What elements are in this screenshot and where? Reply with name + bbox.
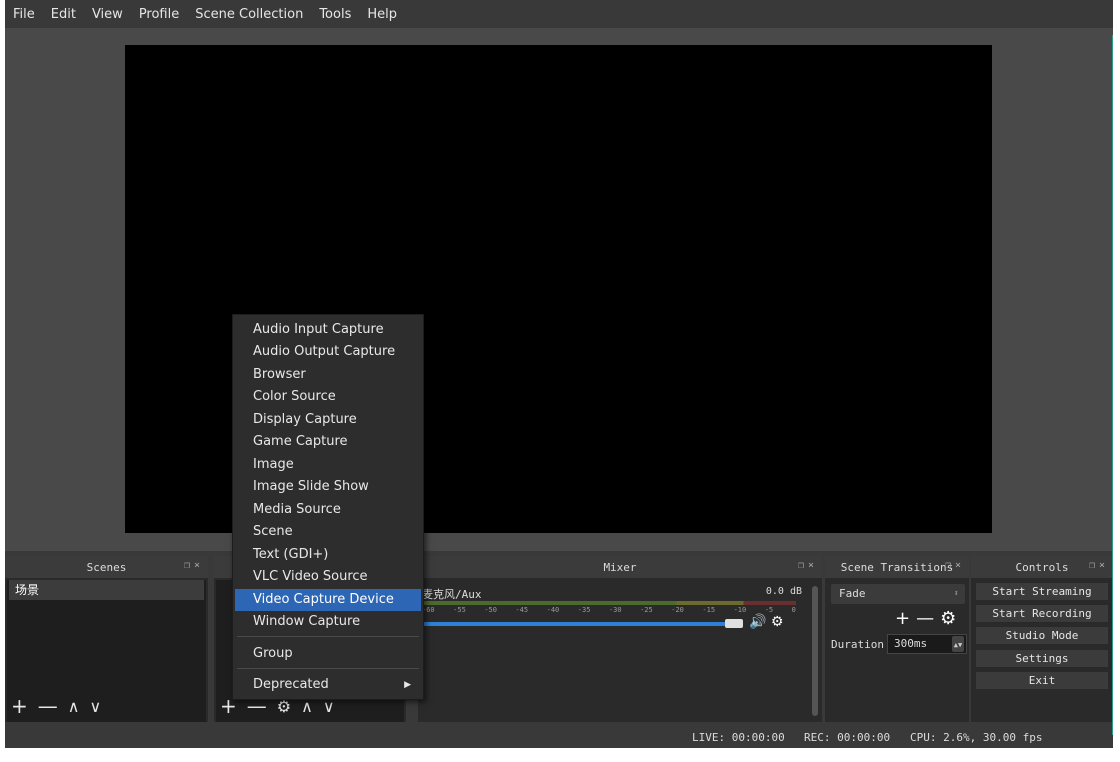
select-arrow-icon: ⬍ [953,589,959,599]
add-transition-icon[interactable]: + [895,608,916,629]
controls-dock: Controls ❐× Start Streaming Start Record… [971,556,1113,722]
duration-input[interactable]: 300ms ▲▼ [887,634,967,654]
menu-deprecated[interactable]: Deprecated ▶ [235,674,421,696]
transition-selected: Fade [839,587,866,600]
menu-vlc-video-source[interactable]: VLC Video Source [235,566,421,588]
scenes-toolbar: + — ∧ ∨ [11,694,111,718]
menu-file[interactable]: File [13,7,35,22]
menu-audio-input-capture[interactable]: Audio Input Capture [235,319,421,341]
menubar: File Edit View Profile Scene Collection … [5,0,1113,28]
menu-browser[interactable]: Browser [235,364,421,386]
menu-image[interactable]: Image [235,454,421,476]
transition-tools: +—⚙ [895,608,962,629]
scenes-title-text: Scenes [86,560,127,574]
dock-float-close-icons[interactable]: ❐× [945,560,965,571]
meter-ticks: -60 -55 -50 -45 -40 -35 -30 -25 -20 -15 … [422,606,796,614]
add-source-context-menu: Audio Input Capture Audio Output Capture… [232,314,424,700]
dock-float-close-icons[interactable]: ❐× [184,560,204,571]
settings-button[interactable]: Settings [975,649,1109,668]
mixer-track-name: 麦克风/Aux [422,588,482,601]
tick-label: -30 [608,606,622,614]
menu-media-source[interactable]: Media Source [235,499,421,521]
status-bar: LIVE: 00:00:00 REC: 00:00:00 CPU: 2.6%, … [5,728,1113,748]
menu-video-capture-device[interactable]: Video Capture Device [235,589,421,611]
obs-window: File Edit View Profile Scene Collection … [5,0,1113,748]
menu-edit[interactable]: Edit [51,7,76,22]
scene-item[interactable]: 场景 [9,580,204,600]
duration-label: Duration [831,638,884,651]
move-down-icon[interactable]: ∨ [89,697,101,716]
tick-label: -40 [546,606,560,614]
mixer-icons: 🔊 ⚙ [749,614,783,630]
mixer-dock-title: Mixer ❐× [418,556,822,578]
tick-label: -25 [640,606,653,614]
start-recording-button[interactable]: Start Recording [975,604,1109,623]
tick-label: -5 [764,606,774,614]
transitions-title-text: Scene Transitions [840,560,954,574]
move-up-icon[interactable]: ∧ [68,697,80,716]
window-right-edge [1113,0,1120,762]
tick-label: -45 [515,606,529,614]
menu-view[interactable]: View [92,7,123,22]
exit-button[interactable]: Exit [975,671,1109,690]
tick-label: -15 [702,606,716,614]
menu-display-capture[interactable]: Display Capture [235,409,421,431]
transition-gear-icon[interactable]: ⚙ [940,608,962,629]
volume-slider-handle[interactable] [725,619,743,628]
mixer-db-value: 0.0 dB [765,586,802,597]
tick-label: -50 [484,606,497,614]
scenes-dock: Scenes ❐× 场景 + — ∧ ∨ [5,556,208,722]
mixer-dock: Mixer ❐× 麦克风/Aux 0.0 dB -60 -55 -50 -45 … [418,556,822,722]
controls-title-text: Controls [1015,560,1069,574]
add-scene-icon[interactable]: + [11,694,28,718]
menu-color-source[interactable]: Color Source [235,386,421,408]
speaker-icon[interactable]: 🔊 [749,614,766,630]
submenu-arrow-icon: ▶ [404,680,411,690]
tick-label: -35 [577,606,591,614]
scenes-dock-title: Scenes ❐× [5,556,208,578]
remove-scene-icon[interactable]: — [38,694,58,718]
menu-separator [237,668,419,669]
menu-scene[interactable]: Scene [235,521,421,543]
menu-profile[interactable]: Profile [139,7,179,22]
menu-deprecated-label: Deprecated [253,677,329,692]
transition-select[interactable]: Fade ⬍ [831,584,965,604]
menu-window-capture[interactable]: Window Capture [235,611,421,633]
audio-meter [422,601,796,605]
tick-label: -20 [671,606,684,614]
scenes-list: 场景 + — ∧ ∨ [7,580,206,722]
preview-area [5,28,1113,551]
mixer-title-text: Mixer [603,560,637,574]
start-streaming-button[interactable]: Start Streaming [975,582,1109,601]
transitions-dock-title: Scene Transitions ❐× [825,556,969,578]
live-status: LIVE: 00:00:00 [692,731,785,744]
mixer-scrollbar[interactable] [812,586,818,716]
menu-text-gdi[interactable]: Text (GDI+) [235,544,421,566]
duration-value: 300ms [894,637,928,650]
tick-label: 0 [791,606,796,614]
menu-help[interactable]: Help [367,7,397,22]
menu-group[interactable]: Group [235,643,421,665]
menu-image-slide-show[interactable]: Image Slide Show [235,476,421,498]
volume-slider[interactable] [422,622,732,626]
menu-game-capture[interactable]: Game Capture [235,431,421,453]
mixer-gear-icon[interactable]: ⚙ [771,614,784,630]
controls-dock-title: Controls ❐× [971,556,1113,578]
menu-separator [237,636,419,637]
menu-scene-collection[interactable]: Scene Collection [195,7,303,22]
rec-status: REC: 00:00:00 [804,731,891,744]
studio-mode-button[interactable]: Studio Mode [975,626,1109,645]
menu-audio-output-capture[interactable]: Audio Output Capture [235,341,421,363]
menu-tools[interactable]: Tools [319,7,351,22]
dock-float-close-icons[interactable]: ❐× [1089,560,1109,571]
transitions-dock: Scene Transitions ❐× Fade ⬍ +—⚙ Duration… [825,556,969,722]
dock-float-close-icons[interactable]: ❐× [798,560,818,571]
tick-label: -55 [453,606,466,614]
remove-transition-icon[interactable]: — [916,608,940,629]
duration-spinner-icon[interactable]: ▲▼ [952,636,964,652]
tick-label: -10 [733,606,747,614]
cpu-status: CPU: 2.6%, 30.00 fps [910,731,1043,744]
